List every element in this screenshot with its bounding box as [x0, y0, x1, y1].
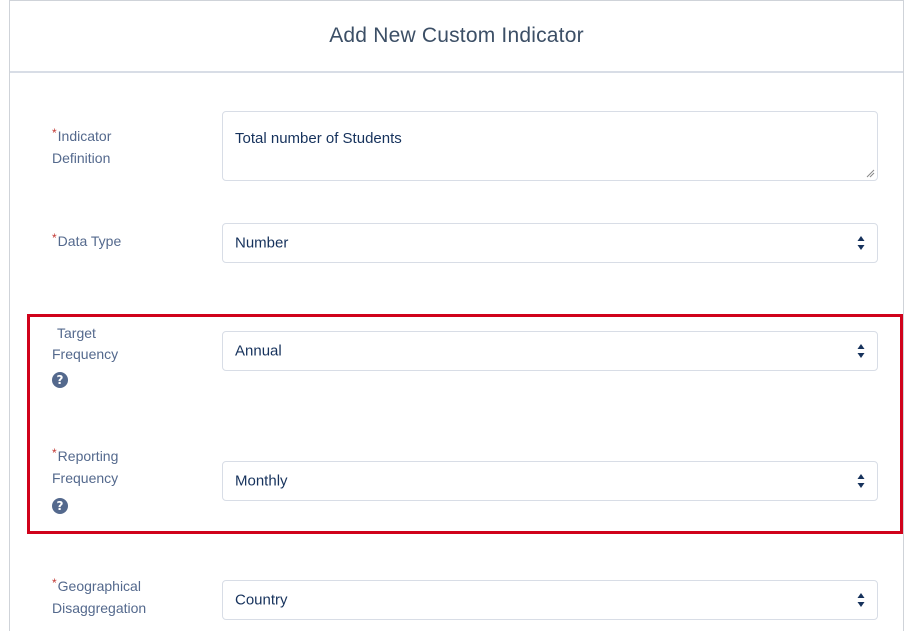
data-type-label: *Data Type: [52, 231, 122, 249]
geographical-disaggregation-label: *Geographical Disaggregation: [52, 576, 147, 616]
select-arrows-icon: [857, 236, 865, 250]
geographical-disaggregation-value: Country: [235, 591, 288, 609]
highlight-box: [27, 314, 903, 534]
data-type-value: Number: [235, 234, 289, 252]
required-marker: *: [52, 126, 57, 140]
required-marker: *: [52, 231, 57, 245]
indicator-definition-value: Total number of Students: [235, 130, 402, 147]
select-arrows-icon: [857, 593, 865, 607]
indicator-definition-textarea[interactable]: Total number of Students: [222, 111, 878, 181]
geographical-disaggregation-select[interactable]: Country: [222, 580, 878, 620]
data-type-select[interactable]: Number: [222, 223, 878, 263]
required-marker: *: [52, 576, 57, 590]
dialog-header: Add New Custom Indicator: [10, 1, 903, 73]
dialog-title: Add New Custom Indicator: [329, 24, 584, 47]
resize-grip-icon[interactable]: [865, 168, 875, 178]
indicator-definition-label: *Indicator Definition: [52, 126, 112, 166]
